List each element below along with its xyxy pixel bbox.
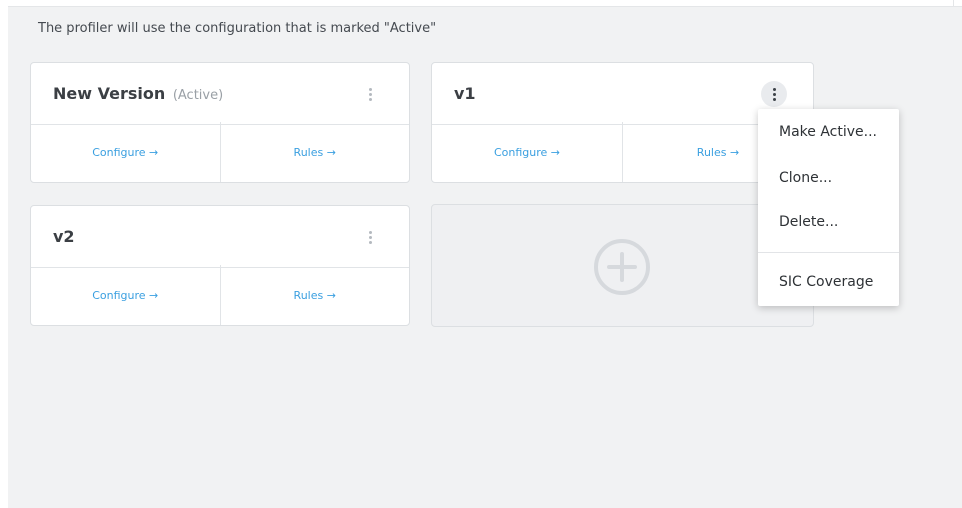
config-card-v1: v1 Configure → Rules → xyxy=(431,62,814,183)
card-actions: Configure → Rules → xyxy=(31,122,409,182)
rules-link[interactable]: Rules → xyxy=(219,265,410,325)
menu-item-sic-coverage[interactable]: SIC Coverage xyxy=(779,274,873,290)
card-header: New Version (Active) xyxy=(31,63,409,125)
menu-divider xyxy=(758,252,899,253)
intro-text: The profiler will use the configuration … xyxy=(38,21,437,36)
card-title-text: v2 xyxy=(53,227,75,246)
more-options-icon[interactable] xyxy=(761,81,787,107)
plus-circle-icon xyxy=(594,239,650,295)
card-header: v2 xyxy=(31,206,409,268)
menu-item-make-active[interactable]: Make Active... xyxy=(779,124,877,140)
card-actions: Configure → Rules → xyxy=(31,265,409,325)
config-card-v2: v2 Configure → Rules → xyxy=(30,205,410,326)
card-title: v2 xyxy=(53,227,75,246)
card-actions: Configure → Rules → xyxy=(432,122,813,182)
menu-item-delete[interactable]: Delete... xyxy=(779,214,838,230)
more-options-icon[interactable] xyxy=(357,224,383,250)
configure-link[interactable]: Configure → xyxy=(31,265,220,325)
rules-link[interactable]: Rules → xyxy=(219,122,410,182)
configure-link[interactable]: Configure → xyxy=(31,122,220,182)
card-title: New Version (Active) xyxy=(53,84,223,103)
card-title: v1 xyxy=(454,84,476,103)
context-menu: Make Active... Clone... Delete... SIC Co… xyxy=(758,109,899,306)
more-options-icon[interactable] xyxy=(357,81,383,107)
card-title-text: v1 xyxy=(454,84,476,103)
card-title-text: New Version xyxy=(53,84,166,103)
configure-link[interactable]: Configure → xyxy=(432,122,622,182)
card-header: v1 xyxy=(432,63,813,125)
active-status-label: (Active) xyxy=(172,88,224,103)
add-configuration-button[interactable] xyxy=(431,204,814,327)
menu-item-clone[interactable]: Clone... xyxy=(779,170,832,186)
config-card-new-version: New Version (Active) Configure → Rules → xyxy=(30,62,410,183)
